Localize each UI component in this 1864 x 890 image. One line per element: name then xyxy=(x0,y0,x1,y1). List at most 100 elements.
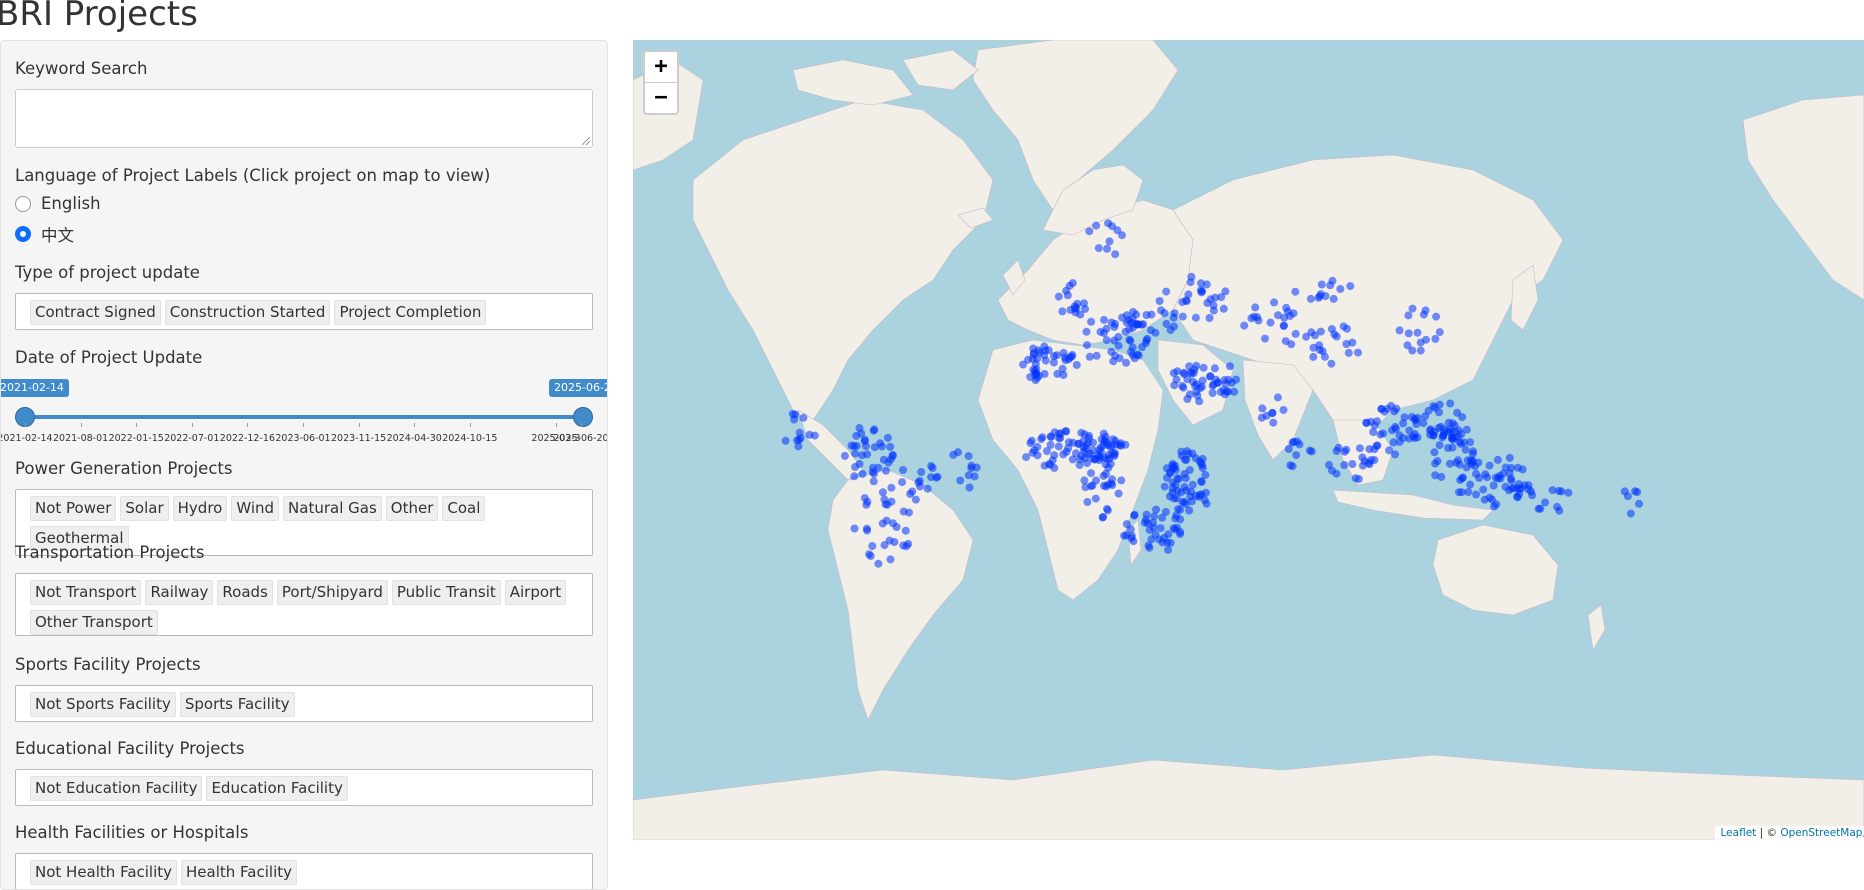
project-marker[interactable] xyxy=(1163,538,1172,547)
project-marker[interactable] xyxy=(1096,453,1105,462)
project-marker[interactable] xyxy=(1358,453,1367,462)
project-marker[interactable] xyxy=(1493,455,1502,464)
slider-to-handle[interactable] xyxy=(573,407,593,427)
project-marker[interactable] xyxy=(1117,476,1126,485)
project-marker[interactable] xyxy=(1440,428,1449,437)
project-marker[interactable] xyxy=(1100,315,1108,324)
project-marker[interactable] xyxy=(869,477,878,486)
project-marker[interactable] xyxy=(1291,329,1300,338)
project-marker[interactable] xyxy=(1564,488,1573,497)
project-marker[interactable] xyxy=(1466,438,1475,447)
sports-chip[interactable]: Not Sports Facility xyxy=(30,692,176,717)
project-marker[interactable] xyxy=(1220,390,1229,399)
project-marker[interactable] xyxy=(810,431,819,440)
project-marker[interactable] xyxy=(1489,481,1498,490)
transport-chip[interactable]: Not Transport xyxy=(30,580,142,605)
project-marker[interactable] xyxy=(887,497,896,506)
project-marker[interactable] xyxy=(1195,397,1204,406)
project-marker[interactable] xyxy=(1454,456,1463,465)
project-marker[interactable] xyxy=(1197,490,1206,499)
transport-chip[interactable]: Railway xyxy=(145,580,214,605)
project-marker[interactable] xyxy=(1483,473,1492,482)
project-marker[interactable] xyxy=(1137,320,1146,329)
project-marker[interactable] xyxy=(1105,237,1114,246)
project-marker[interactable] xyxy=(1124,315,1133,324)
project-marker[interactable] xyxy=(1130,511,1139,520)
project-marker[interactable] xyxy=(1058,364,1067,373)
project-marker[interactable] xyxy=(850,442,859,451)
project-marker[interactable] xyxy=(860,437,869,446)
project-marker[interactable] xyxy=(795,428,804,437)
project-marker[interactable] xyxy=(1288,462,1297,471)
project-marker[interactable] xyxy=(1019,360,1028,369)
project-marker[interactable] xyxy=(1213,378,1222,387)
project-marker[interactable] xyxy=(1219,304,1228,313)
project-marker[interactable] xyxy=(1169,313,1178,322)
leaflet-link[interactable]: Leaflet xyxy=(1721,827,1757,839)
project-marker[interactable] xyxy=(1496,474,1505,483)
project-marker[interactable] xyxy=(1302,332,1311,341)
health-chip[interactable]: Not Health Facility xyxy=(30,860,178,885)
education-select[interactable]: Not Education Facility Education Facility xyxy=(15,769,593,806)
power-chip[interactable]: Hydro xyxy=(172,496,228,521)
project-marker[interactable] xyxy=(850,524,859,533)
project-marker[interactable] xyxy=(1185,362,1194,371)
project-marker[interactable] xyxy=(901,526,910,535)
project-marker[interactable] xyxy=(1178,498,1187,507)
project-marker[interactable] xyxy=(1437,472,1446,481)
project-marker[interactable] xyxy=(1446,459,1454,468)
power-chip[interactable]: Wind xyxy=(231,496,280,521)
project-marker[interactable] xyxy=(1180,370,1189,378)
project-marker[interactable] xyxy=(1626,509,1635,518)
project-marker[interactable] xyxy=(1266,318,1275,327)
world-map-tiles[interactable] xyxy=(633,40,1864,840)
project-marker[interactable] xyxy=(1431,459,1440,468)
project-marker[interactable] xyxy=(927,473,935,482)
sports-chip[interactable]: Sports Facility xyxy=(179,692,295,717)
project-marker[interactable] xyxy=(1507,476,1516,485)
project-marker[interactable] xyxy=(1429,402,1438,411)
project-marker[interactable] xyxy=(1208,389,1217,397)
keyword-search-input[interactable] xyxy=(15,89,593,148)
project-marker[interactable] xyxy=(1485,493,1494,502)
project-marker[interactable] xyxy=(1173,474,1182,483)
project-marker[interactable] xyxy=(1104,463,1113,472)
project-marker[interactable] xyxy=(1046,460,1055,469)
project-marker[interactable] xyxy=(886,555,895,564)
project-marker[interactable] xyxy=(1037,435,1046,444)
project-marker[interactable] xyxy=(1554,486,1563,495)
project-marker[interactable] xyxy=(1468,456,1477,465)
project-marker[interactable] xyxy=(1518,465,1527,474)
project-marker[interactable] xyxy=(1317,280,1326,289)
project-marker[interactable] xyxy=(1327,359,1336,368)
power-chip[interactable]: Other xyxy=(385,496,439,521)
project-marker[interactable] xyxy=(1305,446,1314,455)
project-marker[interactable] xyxy=(1049,358,1058,367)
project-marker[interactable] xyxy=(1111,250,1120,259)
slider-track[interactable] xyxy=(25,415,581,419)
project-marker[interactable] xyxy=(1197,279,1205,288)
project-marker[interactable] xyxy=(1509,484,1518,493)
project-marker[interactable] xyxy=(1040,342,1049,351)
project-marker[interactable] xyxy=(888,451,897,459)
project-marker[interactable] xyxy=(1444,444,1452,452)
project-marker[interactable] xyxy=(863,497,872,506)
project-marker[interactable] xyxy=(882,466,890,475)
project-marker[interactable] xyxy=(799,413,808,422)
project-marker[interactable] xyxy=(1466,480,1475,489)
project-marker[interactable] xyxy=(1034,371,1043,380)
project-marker[interactable] xyxy=(1408,346,1417,355)
project-marker[interactable] xyxy=(1230,387,1239,396)
education-chip[interactable]: Education Facility xyxy=(206,776,348,801)
transport-chip[interactable]: Other Transport xyxy=(30,610,158,635)
project-marker[interactable] xyxy=(1332,332,1341,341)
project-marker[interactable] xyxy=(1262,411,1271,420)
project-marker[interactable] xyxy=(1054,442,1063,451)
project-marker[interactable] xyxy=(1358,461,1367,470)
project-marker[interactable] xyxy=(889,519,897,528)
project-marker[interactable] xyxy=(886,442,895,451)
project-marker[interactable] xyxy=(1355,444,1364,453)
project-marker[interactable] xyxy=(1142,510,1151,519)
project-marker[interactable] xyxy=(791,410,800,419)
project-marker[interactable] xyxy=(1122,520,1131,529)
